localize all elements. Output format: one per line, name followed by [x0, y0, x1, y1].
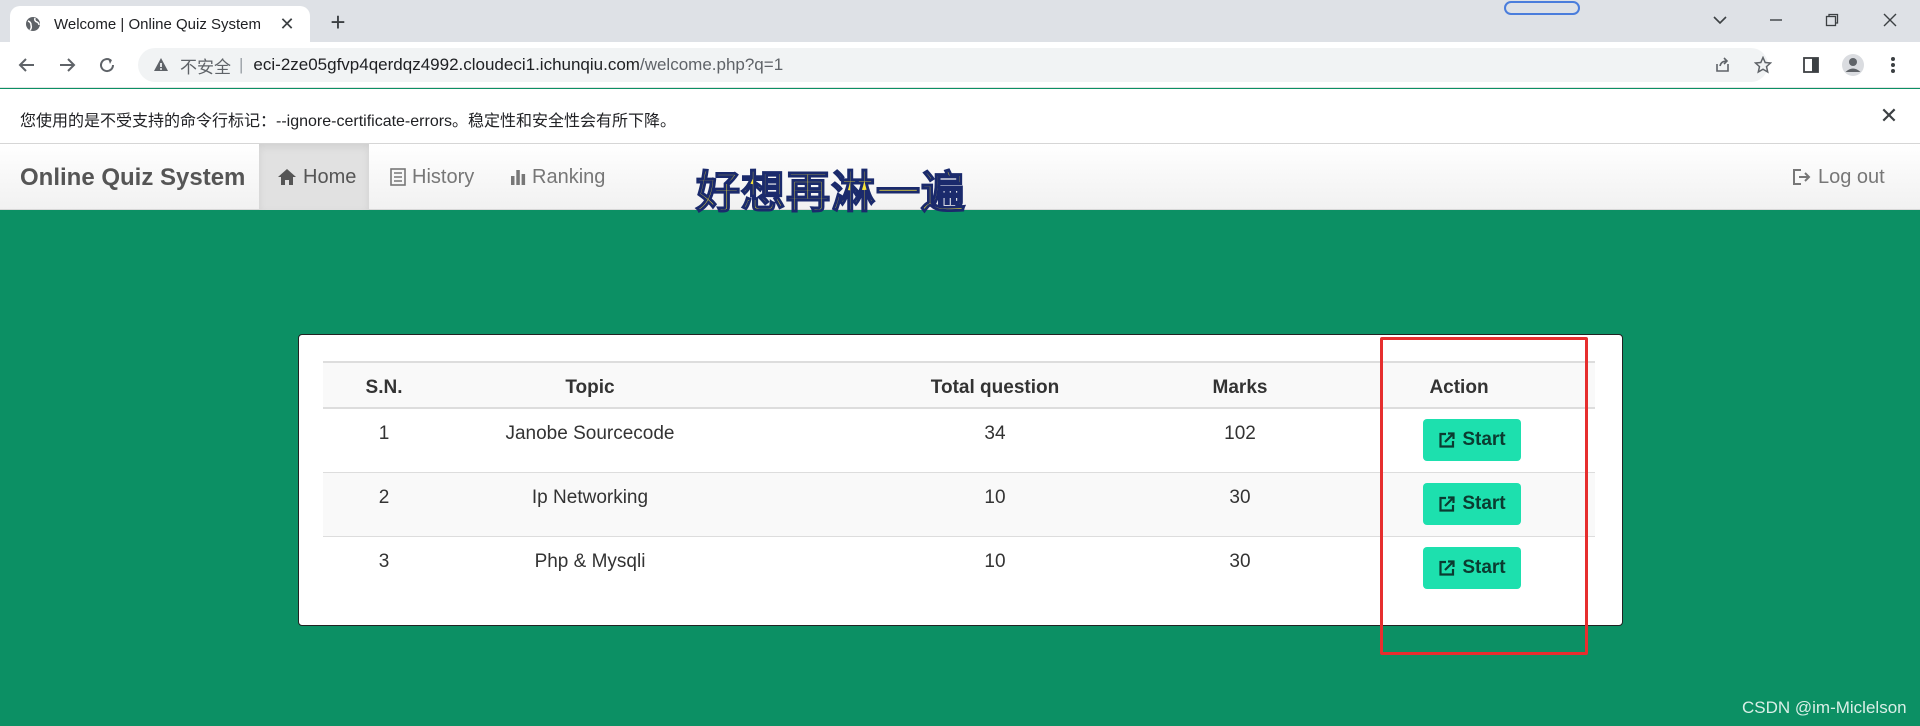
cell-sn: 2 — [378, 487, 390, 508]
nav-home-label: Home — [303, 165, 357, 188]
browser-tab-strip: Welcome | Online Quiz System ✕ + — [0, 0, 1920, 42]
cell-sn: 1 — [378, 423, 390, 444]
site-brand[interactable]: Online Quiz System — [20, 164, 245, 192]
cell-marks: 30 — [1229, 487, 1251, 508]
cell-topic: Php & Mysqli — [534, 551, 646, 572]
share-icon[interactable] — [1710, 52, 1736, 78]
forward-arrow-icon[interactable] — [52, 50, 82, 80]
highlight-box — [1380, 337, 1588, 655]
cell-total: 10 — [984, 487, 1006, 508]
header-topic: Topic — [565, 377, 615, 398]
address-separator: | — [239, 55, 244, 74]
list-icon — [390, 168, 406, 186]
infobar-message: 您使用的是不受支持的命令行标记：--ignore-certificate-err… — [20, 113, 677, 130]
cell-marks: 102 — [1224, 423, 1256, 444]
home-icon — [278, 169, 296, 185]
logout-icon — [1793, 169, 1811, 185]
logout-link[interactable]: Log out — [1792, 144, 1912, 210]
warning-infobar: 您使用的是不受支持的命令行标记：--ignore-certificate-err… — [0, 89, 1920, 144]
new-tab-button[interactable]: + — [324, 8, 352, 36]
warning-icon[interactable] — [152, 56, 170, 74]
header-sn: S.N. — [365, 377, 403, 398]
minimize-icon[interactable] — [1756, 6, 1796, 34]
bar-chart-icon — [511, 170, 526, 185]
nav-history-label: History — [412, 165, 475, 188]
nav-ranking[interactable]: Ranking — [510, 144, 620, 210]
back-arrow-icon[interactable] — [12, 50, 42, 80]
globe-icon — [24, 15, 42, 33]
window-close-icon[interactable] — [1870, 6, 1910, 34]
logout-label: Log out — [1818, 165, 1885, 188]
cell-sn: 3 — [378, 551, 390, 572]
cell-total: 34 — [984, 423, 1006, 444]
reload-icon[interactable] — [92, 50, 122, 80]
side-panel-icon[interactable] — [1798, 52, 1824, 78]
cell-marks: 30 — [1229, 551, 1251, 572]
header-marks: Marks — [1212, 377, 1268, 398]
header-total-question: Total question — [930, 377, 1060, 398]
address-bar[interactable]: 不安全 | eci-2ze05gfvp4qerdqz4992.cloudeci1… — [138, 48, 1768, 82]
overlay-caption: 好想再淋一遍 — [695, 166, 966, 219]
url-path: /welcome.php?q=1 — [639, 55, 784, 74]
tab-search-icon[interactable] — [1700, 6, 1740, 34]
browser-toolbar: 不安全 | eci-2ze05gfvp4qerdqz4992.cloudeci1… — [0, 42, 1920, 88]
cell-total: 10 — [984, 551, 1006, 572]
profile-pill[interactable] — [1504, 1, 1580, 15]
tab-close-icon[interactable]: ✕ — [276, 13, 298, 35]
nav-history[interactable]: History — [390, 144, 490, 210]
cell-topic: Ip Networking — [531, 487, 649, 508]
nav-ranking-label: Ranking — [532, 165, 606, 188]
infobar-close-icon[interactable]: ✕ — [1876, 103, 1902, 129]
tab-title: Welcome | Online Quiz System — [54, 15, 262, 33]
insecure-label: 不安全 — [180, 57, 231, 77]
cell-topic: Janobe Sourcecode — [505, 423, 675, 444]
browser-tab[interactable]: Welcome | Online Quiz System ✕ — [10, 6, 310, 42]
url-host: eci-2ze05gfvp4qerdqz4992.cloudeci1.ichun… — [253, 55, 640, 74]
watermark: CSDN @im-Miclelson — [1742, 698, 1907, 717]
restore-icon[interactable] — [1812, 6, 1852, 34]
kebab-menu-icon[interactable] — [1880, 52, 1906, 78]
profile-avatar-icon[interactable] — [1840, 52, 1866, 78]
nav-home[interactable]: Home — [259, 144, 369, 210]
bookmark-star-icon[interactable] — [1750, 52, 1776, 78]
